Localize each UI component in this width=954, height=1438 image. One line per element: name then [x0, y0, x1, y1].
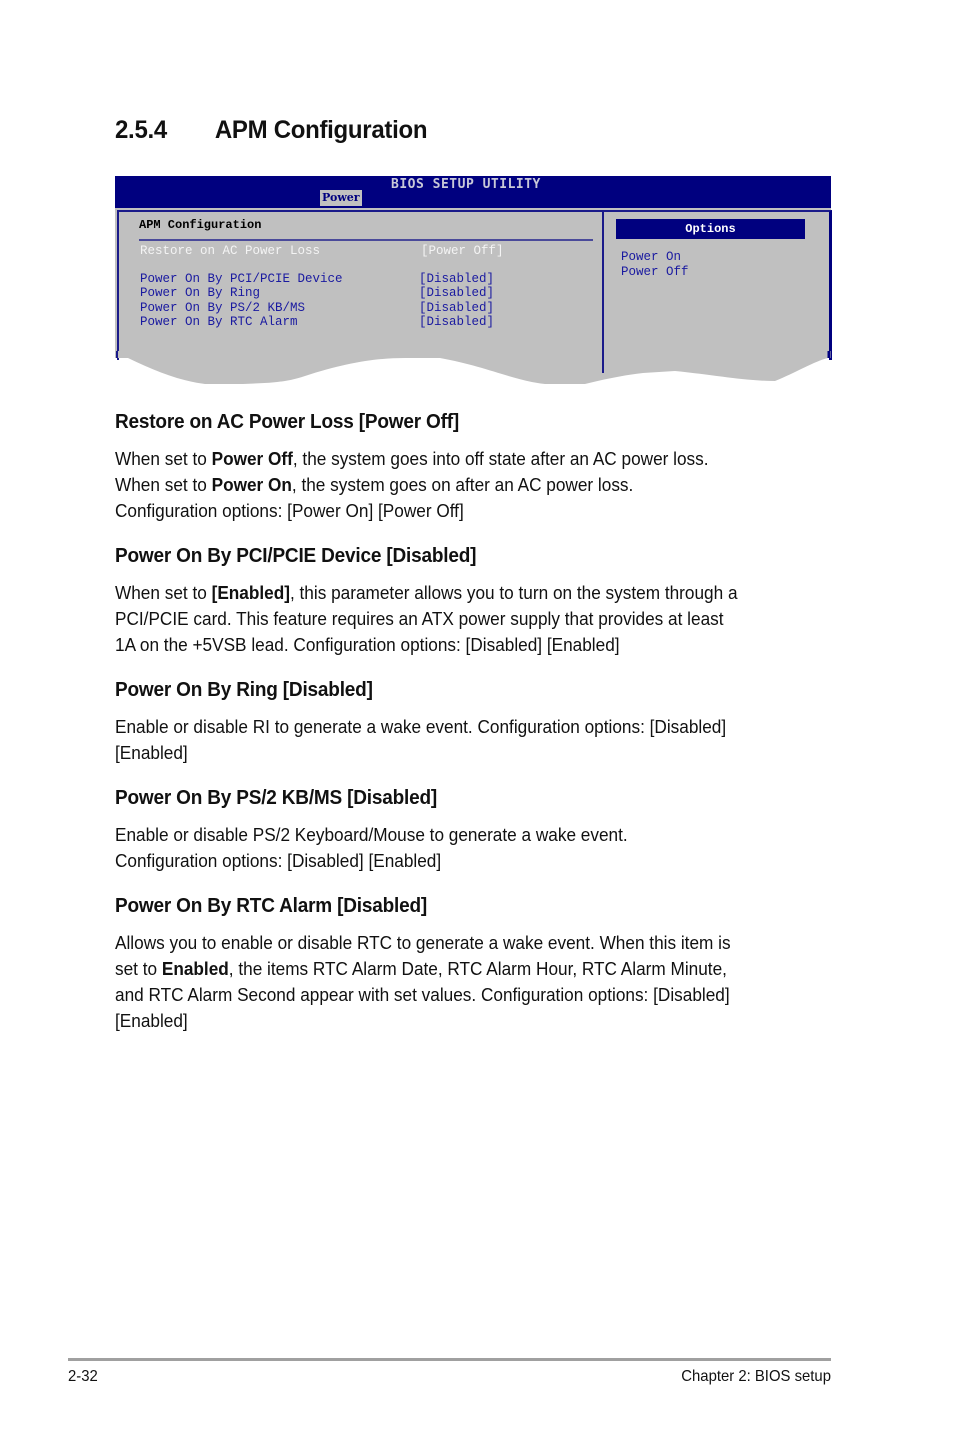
emphasis: Enabled: [161, 958, 229, 979]
page-number: 2-32: [68, 1368, 98, 1385]
bios-item-value[interactable]: [Disabled]: [419, 315, 494, 330]
footer-rule: [68, 1358, 831, 1361]
bios-item-value[interactable]: [Disabled]: [419, 272, 494, 287]
option-item[interactable]: Power On: [621, 250, 689, 265]
bios-header: BIOS SETUP UTILITY Power: [115, 176, 831, 208]
section-title: 2.5.4 APM Configuration: [115, 116, 428, 145]
setting-description: Enable or disable PS/2 Keyboard/Mouse to…: [115, 822, 822, 874]
bios-tab-power[interactable]: Power: [320, 190, 362, 206]
bios-item-value[interactable]: [Disabled]: [419, 301, 494, 316]
chapter-label: Chapter 2: BIOS setup: [681, 1368, 831, 1385]
setting-description: When set to [Enabled], this parameter al…: [115, 580, 822, 658]
bios-item-label: Power On By PCI/PCIE Device: [140, 271, 343, 286]
bios-item-label: Power On By Ring: [140, 286, 261, 301]
emphasis: Power On: [211, 474, 292, 495]
description-line: When set to [Enabled], this parameter al…: [115, 582, 738, 603]
description-line: PCI/PCIE card. This feature requires an …: [115, 608, 724, 629]
description-line: Configuration options: [Power On] [Power…: [115, 500, 464, 521]
bios-item-value[interactable]: [Disabled]: [419, 286, 494, 301]
setting-description: When set to Power Off, the system goes i…: [115, 446, 822, 524]
bios-title: BIOS SETUP UTILITY: [391, 177, 541, 192]
section-title-text: APM Configuration: [214, 116, 428, 144]
description-line: [Enabled]: [115, 742, 188, 763]
bios-divider: [139, 239, 593, 241]
bios-body: APM Configuration Restore on AC Power Lo…: [115, 208, 832, 360]
bios-item-label: Power On By PS/2 KB/MS: [140, 300, 306, 315]
description-line: and RTC Alarm Second appear with set val…: [115, 984, 730, 1005]
setting-heading: Power On By RTC Alarm [Disabled]: [115, 895, 428, 917]
options-heading: Options: [616, 219, 805, 239]
setting-heading: Power On By Ring [Disabled]: [115, 679, 373, 701]
option-item[interactable]: Power Off: [621, 265, 689, 280]
bios-settings-panel: APM Configuration Restore on AC Power Lo…: [117, 210, 603, 360]
section-number: 2.5.4: [115, 116, 167, 144]
setting-description: Allows you to enable or disable RTC to g…: [115, 930, 822, 1034]
bios-item-label: Power On By RTC Alarm: [140, 315, 298, 330]
description-line: Enable or disable PS/2 Keyboard/Mouse to…: [115, 824, 628, 845]
bios-item-value[interactable]: [Power Off]: [421, 244, 504, 259]
description-line: set to Enabled, the items RTC Alarm Date…: [115, 958, 727, 979]
description-line: Allows you to enable or disable RTC to g…: [115, 932, 731, 953]
bios-item-label: Restore on AC Power Loss: [140, 244, 321, 258]
setting-heading: Restore on AC Power Loss [Power Off]: [115, 411, 460, 433]
setting-heading: Power On By PS/2 KB/MS [Disabled]: [115, 787, 438, 809]
description-line: 1A on the +5VSB lead. Configuration opti…: [115, 634, 620, 655]
torn-edge: [115, 351, 831, 384]
description-line: Configuration options: [Disabled] [Enabl…: [115, 850, 442, 871]
description-line: [Enabled]: [115, 1010, 188, 1031]
description-line: Enable or disable RI to generate a wake …: [115, 716, 727, 737]
options-list: Power On Power Off: [621, 250, 689, 279]
setting-heading: Power On By PCI/PCIE Device [Disabled]: [115, 545, 477, 567]
emphasis: [Enabled]: [211, 582, 290, 603]
setting-description: Enable or disable RI to generate a wake …: [115, 714, 822, 766]
emphasis: Power Off: [211, 448, 293, 469]
description-line: When set to Power On, the system goes on…: [115, 474, 634, 495]
bios-screenshot: BIOS SETUP UTILITY Power APM Configurati…: [115, 176, 832, 384]
bios-panel-heading: APM Configuration: [139, 218, 262, 232]
description-line: When set to Power Off, the system goes i…: [115, 448, 709, 469]
bios-options-panel: Options Power On Power Off: [602, 210, 832, 360]
